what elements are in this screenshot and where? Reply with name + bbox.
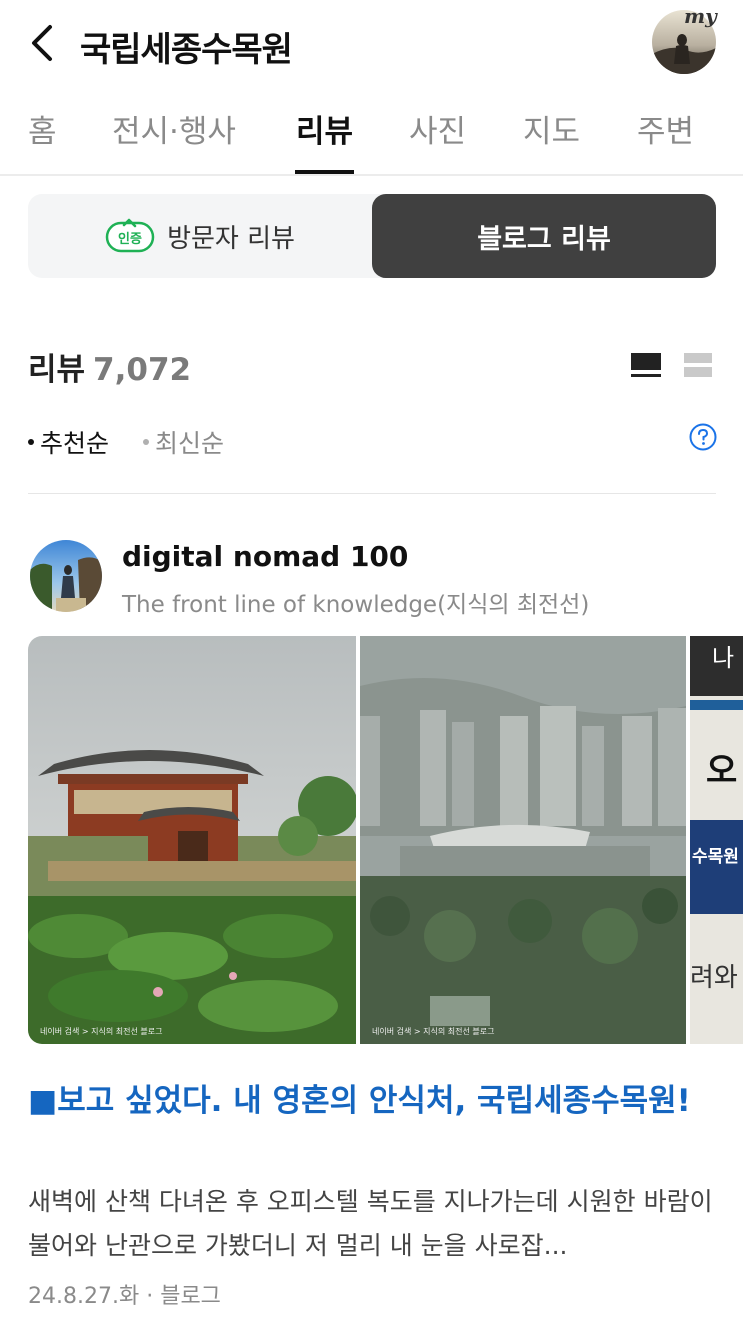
sign-text-2: 오 [706, 751, 737, 791]
photo-pavilion-image: 네이버 검색 > 지식의 최전선 블로그 [28, 636, 356, 1044]
visitor-review-button[interactable]: 인증 방문자 리뷰 [28, 194, 372, 278]
active-tab-indicator [295, 170, 354, 174]
author-avatar-image [30, 540, 102, 612]
sort-options: 추천순 최신순 [28, 424, 250, 460]
list-view-icon [631, 353, 661, 377]
tab-bar: 홈 전시·행사 리뷰 사진 지도 주변 [0, 96, 743, 176]
photo-watermark: 네이버 검색 > 지식의 최전선 블로그 [372, 1026, 494, 1036]
tab-map[interactable]: 지도 [523, 106, 580, 151]
sort-dot [142, 439, 149, 445]
review-count-heading: 리뷰 7,072 [28, 344, 191, 389]
author-description: The front line of knowledge(지식의 최전선) [122, 592, 590, 618]
tab-nearby[interactable]: 주변 [637, 106, 694, 151]
page-title: 국립세종수목원 [80, 30, 293, 70]
grid-view-toggle[interactable] [683, 350, 713, 380]
certified-badge-text: 인증 [118, 231, 142, 247]
sign-text-3: 수목원 [692, 847, 739, 867]
sort-dot [28, 439, 34, 445]
author-avatar[interactable] [30, 540, 102, 612]
photo-watermark: 네이버 검색 > 지식의 최전선 블로그 [40, 1026, 162, 1036]
grid-view-icon [684, 353, 712, 377]
photo-sign-image: 나 오 수목원 려와 [690, 636, 743, 1044]
sort-latest-label: 최신순 [154, 429, 224, 458]
post-date: 24.8.27.화 [28, 1284, 140, 1309]
review-label: 리뷰 [28, 352, 86, 388]
chevron-left-icon [32, 25, 52, 61]
author-name[interactable]: digital nomad 100 [122, 540, 408, 573]
help-button[interactable] [688, 422, 718, 452]
review-count: 7,072 [93, 352, 192, 388]
list-view-toggle[interactable] [630, 350, 662, 380]
photo-skyline[interactable]: 네이버 검색 > 지식의 최전선 블로그 [360, 636, 686, 1044]
blog-review-label: 블로그 리뷰 [477, 223, 611, 255]
question-circle-icon [689, 423, 717, 451]
back-button[interactable] [22, 18, 62, 68]
review-type-toggle: 인증 방문자 리뷰 블로그 리뷰 [28, 194, 716, 278]
sign-text-1: 나 [712, 644, 734, 672]
tab-home[interactable]: 홈 [28, 106, 57, 151]
visitor-review-label: 방문자 리뷰 [167, 223, 295, 254]
post-source: 블로그 [160, 1284, 221, 1309]
app-header: 국립세종수목원 my [0, 0, 743, 90]
sort-latest[interactable]: 최신순 [142, 424, 224, 460]
sort-recommended-label: 추천순 [40, 429, 110, 458]
photo-pavilion[interactable]: 네이버 검색 > 지식의 최전선 블로그 [28, 636, 356, 1044]
post-excerpt[interactable]: 새벽에 산책 다녀온 후 오피스텔 복도를 지나가는데 시원한 바람이 불어와 … [28, 1180, 716, 1268]
divider [28, 493, 716, 494]
tab-photos[interactable]: 사진 [409, 106, 466, 151]
certified-badge-icon: 인증 [105, 218, 155, 253]
sign-text-4: 려와 [690, 963, 738, 993]
post-meta: 24.8.27.화 · 블로그 [28, 1278, 221, 1310]
my-badge: my [684, 4, 717, 28]
meta-separator: · [139, 1284, 161, 1309]
blog-review-button[interactable]: 블로그 리뷰 [372, 194, 716, 278]
photo-skyline-image: 네이버 검색 > 지식의 최전선 블로그 [360, 636, 686, 1044]
photo-sign[interactable]: 나 오 수목원 려와 [690, 636, 743, 1044]
tab-review[interactable]: 리뷰 [296, 106, 353, 151]
tab-exhibition[interactable]: 전시·행사 [112, 106, 236, 151]
post-title[interactable]: ■보고 싶었다. 내 영혼의 안식처, 국립세종수목원! [28, 1078, 718, 1124]
photo-carousel[interactable]: 네이버 검색 > 지식의 최전선 블로그 네이버 검색 > 지식의 최전선 블로… [28, 636, 743, 1044]
sort-recommended[interactable]: 추천순 [28, 424, 109, 460]
